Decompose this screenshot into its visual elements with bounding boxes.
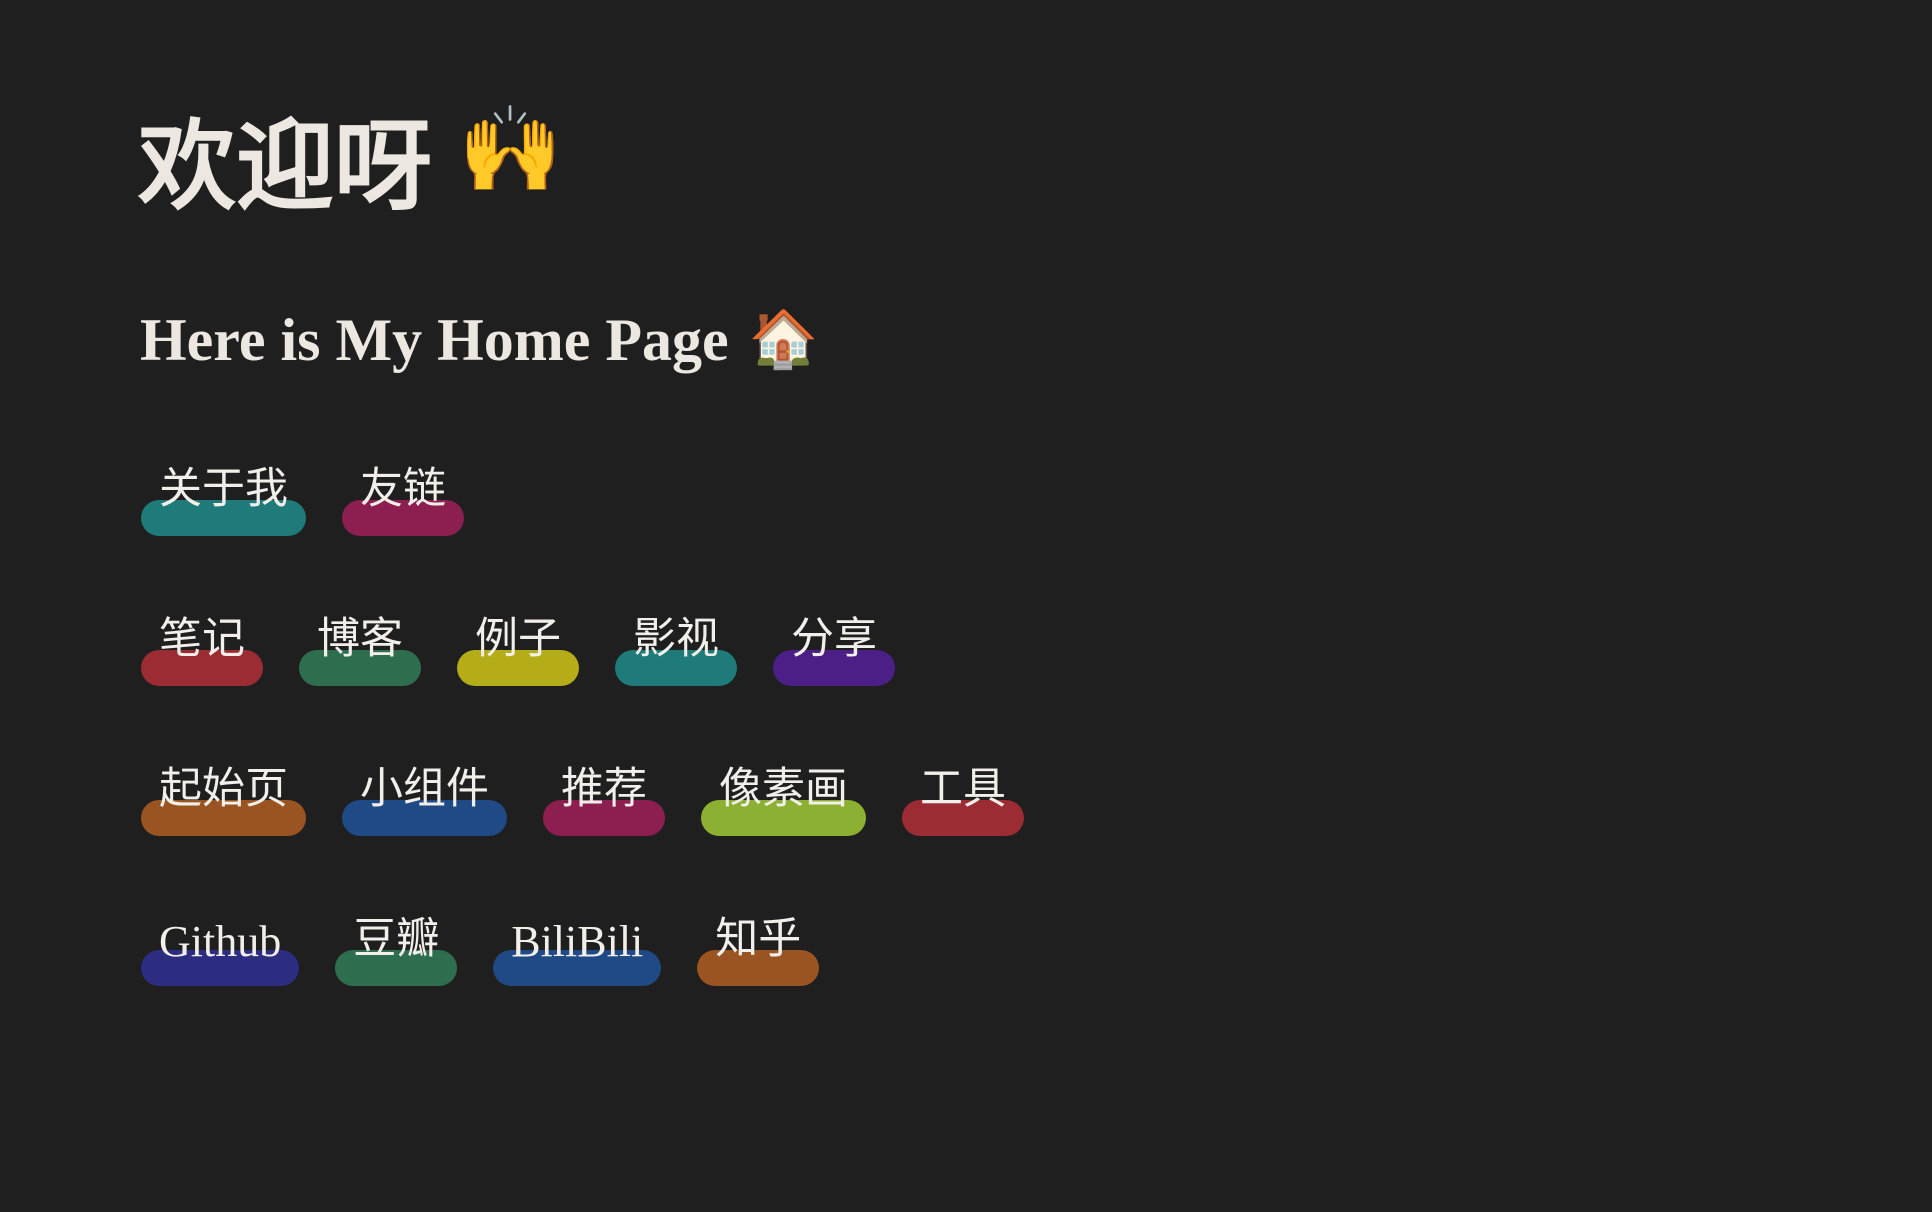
link-label: 影视 [633,614,719,664]
link-label: 例子 [475,614,561,664]
link-label: Github [159,917,282,966]
page-title-text: 欢迎呀 [138,109,433,224]
link-label: 友链 [360,464,446,514]
page-subtitle: Here is My Home Page 🏠 [140,300,818,380]
link-row-external: Github 豆瓣 BiliBili 知乎 [141,910,820,986]
page-title: 欢迎呀 🙌 [138,102,563,232]
link-bilibili[interactable]: BiliBili [493,910,662,986]
link-pixel-art[interactable]: 像素画 [701,760,866,836]
link-douban[interactable]: 豆瓣 [335,910,458,986]
home-page: 欢迎呀 🙌 Here is My Home Page 🏠 关于我 友链 笔记 博… [0,0,1932,1212]
link-notes[interactable]: 笔记 [141,610,263,686]
link-movies[interactable]: 影视 [615,610,737,686]
link-label: 关于我 [159,464,288,514]
link-row-content: 笔记 博客 例子 影视 分享 [141,610,895,686]
link-label: 像素画 [719,764,848,814]
link-row-tools: 起始页 小组件 推荐 像素画 工具 [141,760,1024,836]
link-about-me[interactable]: 关于我 [141,460,306,536]
link-friend-links[interactable]: 友链 [342,460,464,536]
link-label: 豆瓣 [353,914,440,964]
link-recommendations[interactable]: 推荐 [543,760,665,836]
link-label: 博客 [317,614,403,664]
link-label: 知乎 [715,914,802,964]
link-label: 笔记 [159,614,245,664]
link-share[interactable]: 分享 [773,610,895,686]
link-label: 起始页 [159,764,288,814]
link-github[interactable]: Github [141,910,300,986]
link-label: BiliBili [511,917,644,966]
link-zhihu[interactable]: 知乎 [697,910,820,986]
link-start-page[interactable]: 起始页 [141,760,306,836]
link-label: 小组件 [360,764,489,814]
link-row-about: 关于我 友链 [141,460,464,536]
link-tools[interactable]: 工具 [902,760,1024,836]
link-examples[interactable]: 例子 [457,610,579,686]
link-blog[interactable]: 博客 [299,610,421,686]
link-label: 推荐 [561,764,647,814]
link-widgets[interactable]: 小组件 [342,760,507,836]
raising-hands-icon: 🙌 [458,99,563,198]
house-icon: 🏠 [748,309,819,371]
link-label: 工具 [920,764,1006,814]
page-subtitle-text: Here is My Home Page [140,307,729,373]
link-label: 分享 [791,614,877,664]
